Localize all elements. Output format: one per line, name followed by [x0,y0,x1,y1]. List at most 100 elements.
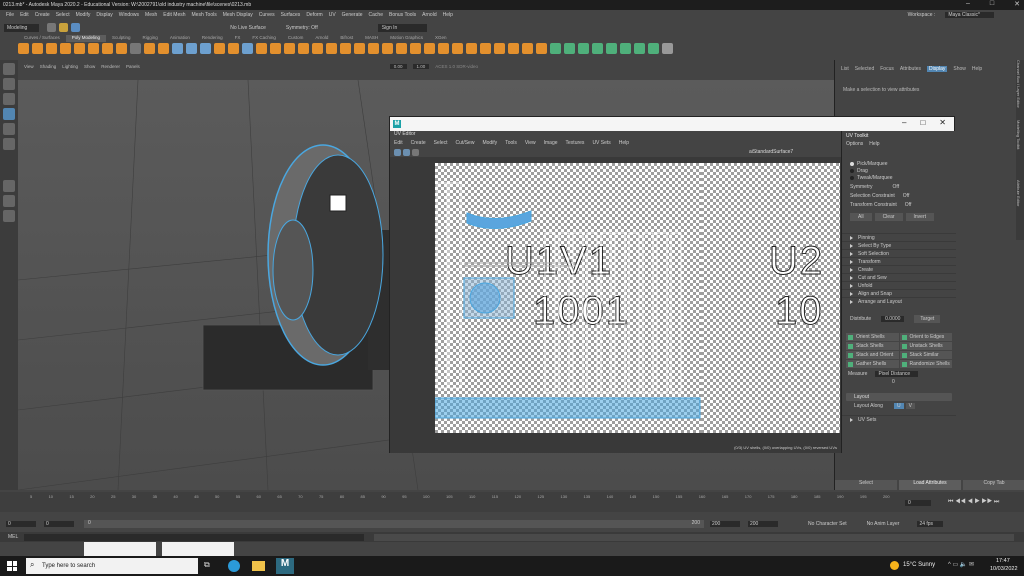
selection-mode[interactable]: Pick/Marquee [850,161,956,167]
layout-persp-icon[interactable] [3,210,15,222]
selection-button[interactable]: Invert [905,213,935,221]
attr-tab-selected[interactable]: Selected [855,66,874,72]
paint-select-icon[interactable] [3,93,15,105]
measure-select[interactable]: Pixel Distance [875,371,919,377]
viewport-menu-show[interactable]: Show [84,64,95,69]
uv-tile-1001[interactable]: U1V1 1001 [435,163,701,433]
menu-display[interactable]: Display [96,12,112,18]
windows-start-icon[interactable] [7,561,17,571]
toolkit-section[interactable]: Pinning [842,233,956,241]
attr-tab-list[interactable]: List [841,66,849,72]
shelf-tool-icon[interactable] [242,43,253,54]
uv-menu-item[interactable]: Tools [505,140,517,146]
lasso-tool-icon[interactable] [3,78,15,90]
far-clip[interactable]: 1.00 [412,63,430,69]
taskbar-search[interactable]: ⌕ Type here to search [26,558,198,574]
time-slider[interactable]: 5 10 15 20 25 30 35 40 45 50 55 60 65 70 75 80 85 90 95 100… [0,492,1024,512]
toolkit-section[interactable]: Unfold [842,281,956,289]
layout-action-button[interactable]: Stack Shells [846,342,899,350]
mode-select[interactable]: Modeling [4,23,40,32]
side-tab[interactable]: Attribute Editor [1016,180,1021,240]
clock-date[interactable]: 10/03/2022 [990,566,1018,572]
shelf-tool-icon[interactable] [88,43,99,54]
toolkit-section[interactable]: Select By Type [842,241,956,249]
near-clip[interactable]: 0.00 [389,63,407,69]
selection-mode[interactable]: Tweak/Marquee [850,175,956,181]
maya-taskbar-icon[interactable]: M [276,558,294,574]
shelf-tool-icon[interactable] [438,43,449,54]
shelf-tab[interactable]: Bifrost [334,35,359,42]
shelf-tool-icon[interactable] [368,43,379,54]
layout-u-button[interactable]: U [894,403,904,409]
toolkit-section[interactable]: Cut and Sew [842,273,956,281]
edge-icon[interactable] [228,560,240,572]
maximize-icon[interactable]: □ [990,0,994,8]
uv-toolkit-menu-item[interactable]: Help [869,141,879,147]
uv-close-icon[interactable]: ✕ [939,118,946,127]
target-button[interactable]: Target [914,315,941,323]
attr-tab-display[interactable]: Display [927,65,948,72]
mel-label[interactable]: MEL [8,534,18,540]
menu-help[interactable]: Help [443,12,453,18]
toolkit-section[interactable]: Soft Selection [842,249,956,257]
explorer-icon[interactable] [252,561,265,571]
menu-surfaces[interactable]: Surfaces [281,12,301,18]
shelf-tool-icon[interactable] [606,43,617,54]
menu-mesh-display[interactable]: Mesh Display [223,12,253,18]
menu-edit-mesh[interactable]: Edit Mesh [163,12,185,18]
load-attributes-button[interactable]: Load Attributes [899,480,961,490]
shelf-tab[interactable]: Rigging [137,35,164,42]
minimized-window-1[interactable] [84,542,156,556]
shelf-tool-icon[interactable] [396,43,407,54]
attr-select-button[interactable]: Select [835,480,897,490]
scale-tool-icon[interactable] [3,138,15,150]
layout-action-button[interactable]: Orient to Edges [899,333,952,341]
shelf-tab[interactable]: Motion Graphics [384,35,429,42]
uv-editor-title-bar[interactable]: M – □ ✕ [390,117,954,131]
uv-minimize-icon[interactable]: – [902,118,906,127]
shelf-tool-icon[interactable] [130,43,141,54]
rotate-tool-icon[interactable] [3,123,15,135]
live-surface[interactable]: No Live Surface [230,25,266,31]
shelf-tool-icon[interactable] [536,43,547,54]
uv-menu-item[interactable]: Modify [482,140,497,146]
shelf-tool-icon[interactable] [284,43,295,54]
menu-create[interactable]: Create [35,12,50,18]
viewport-menu-lighting[interactable]: Lighting [62,64,78,69]
uv-menu-item[interactable]: Textures [566,140,585,146]
uv-select-icon[interactable] [394,148,401,156]
layout-action-button[interactable]: Unstack Shells [899,342,952,350]
viewport-menu-shading[interactable]: Shading [40,64,57,69]
shelf-tool-icon[interactable] [172,43,183,54]
toolkit-section[interactable]: Create [842,265,956,273]
shelf-tab[interactable]: Custom [282,35,310,42]
range-start-2[interactable]: 0 [44,521,74,527]
tray-icons[interactable]: ^ ▭ 🔈 ✉ [948,561,974,568]
shelf-tool-icon[interactable] [550,43,561,54]
task-view-icon[interactable]: ⧉ [204,560,210,570]
shelf-tool-icon[interactable] [578,43,589,54]
shelf-tool-icon[interactable] [508,43,519,54]
shelf-tool-icon[interactable] [648,43,659,54]
side-tab[interactable]: Modelling Toolkit [1016,120,1021,180]
shelf-tool-icon[interactable] [494,43,505,54]
shelf-tab[interactable]: FX Caching [246,35,282,42]
shelf-tool-icon[interactable] [480,43,491,54]
shelf-tab[interactable]: Curves / Surfaces [18,35,66,42]
uv-sets-section[interactable]: UV Sets [842,415,956,423]
menu-mesh[interactable]: Mesh [145,12,157,18]
select-tool-icon[interactable] [3,63,15,75]
selection-mode[interactable]: Drag [850,168,956,174]
save-scene-icon[interactable] [71,23,81,32]
copy-tab-button[interactable]: Copy Tab [963,480,1024,490]
shelf-tool-icon[interactable] [46,43,57,54]
shelf-tool-icon[interactable] [564,43,575,54]
workspace-select[interactable]: Maya Classic* [945,12,994,18]
range-end[interactable]: 200 [710,521,740,527]
shelf-tool-icon[interactable] [200,43,211,54]
menu-select[interactable]: Select [56,12,70,18]
mel-input[interactable] [24,533,365,541]
shelf-tool-icon[interactable] [522,43,533,54]
colorspace-select[interactable]: ACES 1.0 SDR-video [435,64,478,69]
menu-deform[interactable]: Deform [306,12,322,18]
